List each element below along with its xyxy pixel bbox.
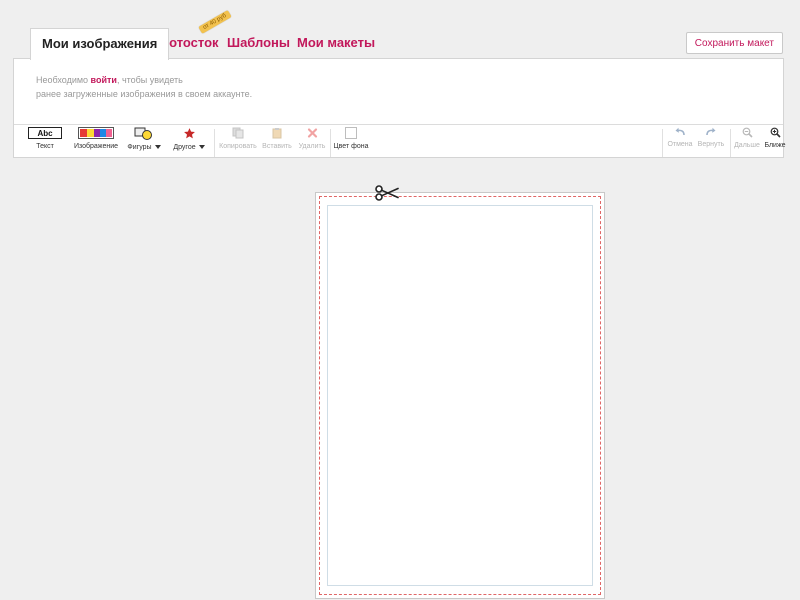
text-abc-icon: Abc (28, 127, 62, 139)
save-layout-button[interactable]: Сохранить макет (685, 32, 783, 54)
tool-panel: Необходимо войти, чтобы увидеть ранее за… (13, 58, 786, 159)
tab-templates[interactable]: Шаблоны (227, 28, 290, 58)
delete-icon (307, 128, 317, 138)
bg-color-label: Цвет фона (333, 143, 369, 150)
undo-icon (675, 127, 685, 136)
zoom-in-button[interactable]: Ближе (763, 127, 787, 149)
paste-label: Вставить (262, 143, 292, 150)
login-message-line2: ранее загруженные изображения в своем ак… (36, 89, 253, 99)
delete-label: Удалить (298, 143, 326, 150)
toolbar-divider (662, 129, 663, 157)
image-tool-label: Изображение (73, 143, 119, 150)
shapes-tool-label: Фигуры (127, 144, 152, 151)
other-tool[interactable]: Другое (169, 127, 209, 151)
undo-label: Отмена (667, 141, 693, 148)
other-caret-icon (198, 145, 205, 150)
paste-icon (272, 128, 282, 139)
toolbar-divider (730, 129, 731, 157)
undo-button[interactable]: Отмена (666, 127, 694, 148)
redo-icon (706, 127, 716, 136)
redo-button[interactable]: Вернуть (696, 127, 726, 148)
toolbar-divider (214, 129, 215, 157)
editor: Мои изображения Фотосток Шаблоны Мои мак… (0, 0, 800, 600)
login-message: Необходимо войти, чтобы увидеть ранее за… (36, 73, 252, 101)
shapes-caret-icon (154, 145, 161, 150)
scissors-icon (375, 185, 399, 201)
shapes-tool[interactable]: Фигуры (122, 127, 166, 151)
design-canvas[interactable] (315, 185, 605, 599)
zoom-out-icon (742, 127, 753, 138)
toolbar: Abc Текст Изображение Фигуры Другое Копи… (14, 124, 786, 159)
image-icon (78, 127, 114, 139)
copy-label: Копировать (219, 143, 257, 150)
redo-label: Вернуть (697, 141, 725, 148)
color-swatch-icon (345, 127, 357, 139)
bg-color-button[interactable]: Цвет фона (333, 127, 369, 150)
login-message-suffix: , чтобы увидеть (116, 75, 183, 85)
tab-my-images[interactable]: Мои изображения (30, 28, 170, 60)
tab-my-layouts[interactable]: Мои макеты (297, 28, 375, 58)
zoom-out-label: Дальше (734, 142, 760, 149)
copy-icon (232, 127, 244, 139)
paste-button[interactable]: Вставить (260, 127, 294, 150)
text-tool[interactable]: Abc Текст (27, 127, 63, 150)
zoom-in-icon (770, 127, 781, 138)
image-tool[interactable]: Изображение (71, 127, 121, 150)
delete-button[interactable]: Удалить (296, 127, 328, 150)
safe-area (327, 205, 593, 586)
text-tool-label: Текст (36, 143, 54, 150)
text-icon-glyph: Abc (37, 129, 53, 138)
zoom-out-button[interactable]: Дальше (733, 127, 761, 149)
star-icon (183, 128, 195, 139)
other-tool-label: Другое (173, 144, 196, 151)
shapes-icon (134, 127, 152, 140)
zoom-in-label: Ближе (764, 142, 786, 149)
toolbar-divider (330, 129, 331, 157)
copy-button[interactable]: Копировать (218, 127, 258, 150)
login-message-prefix: Необходимо (36, 75, 91, 85)
login-link[interactable]: войти (91, 75, 117, 85)
